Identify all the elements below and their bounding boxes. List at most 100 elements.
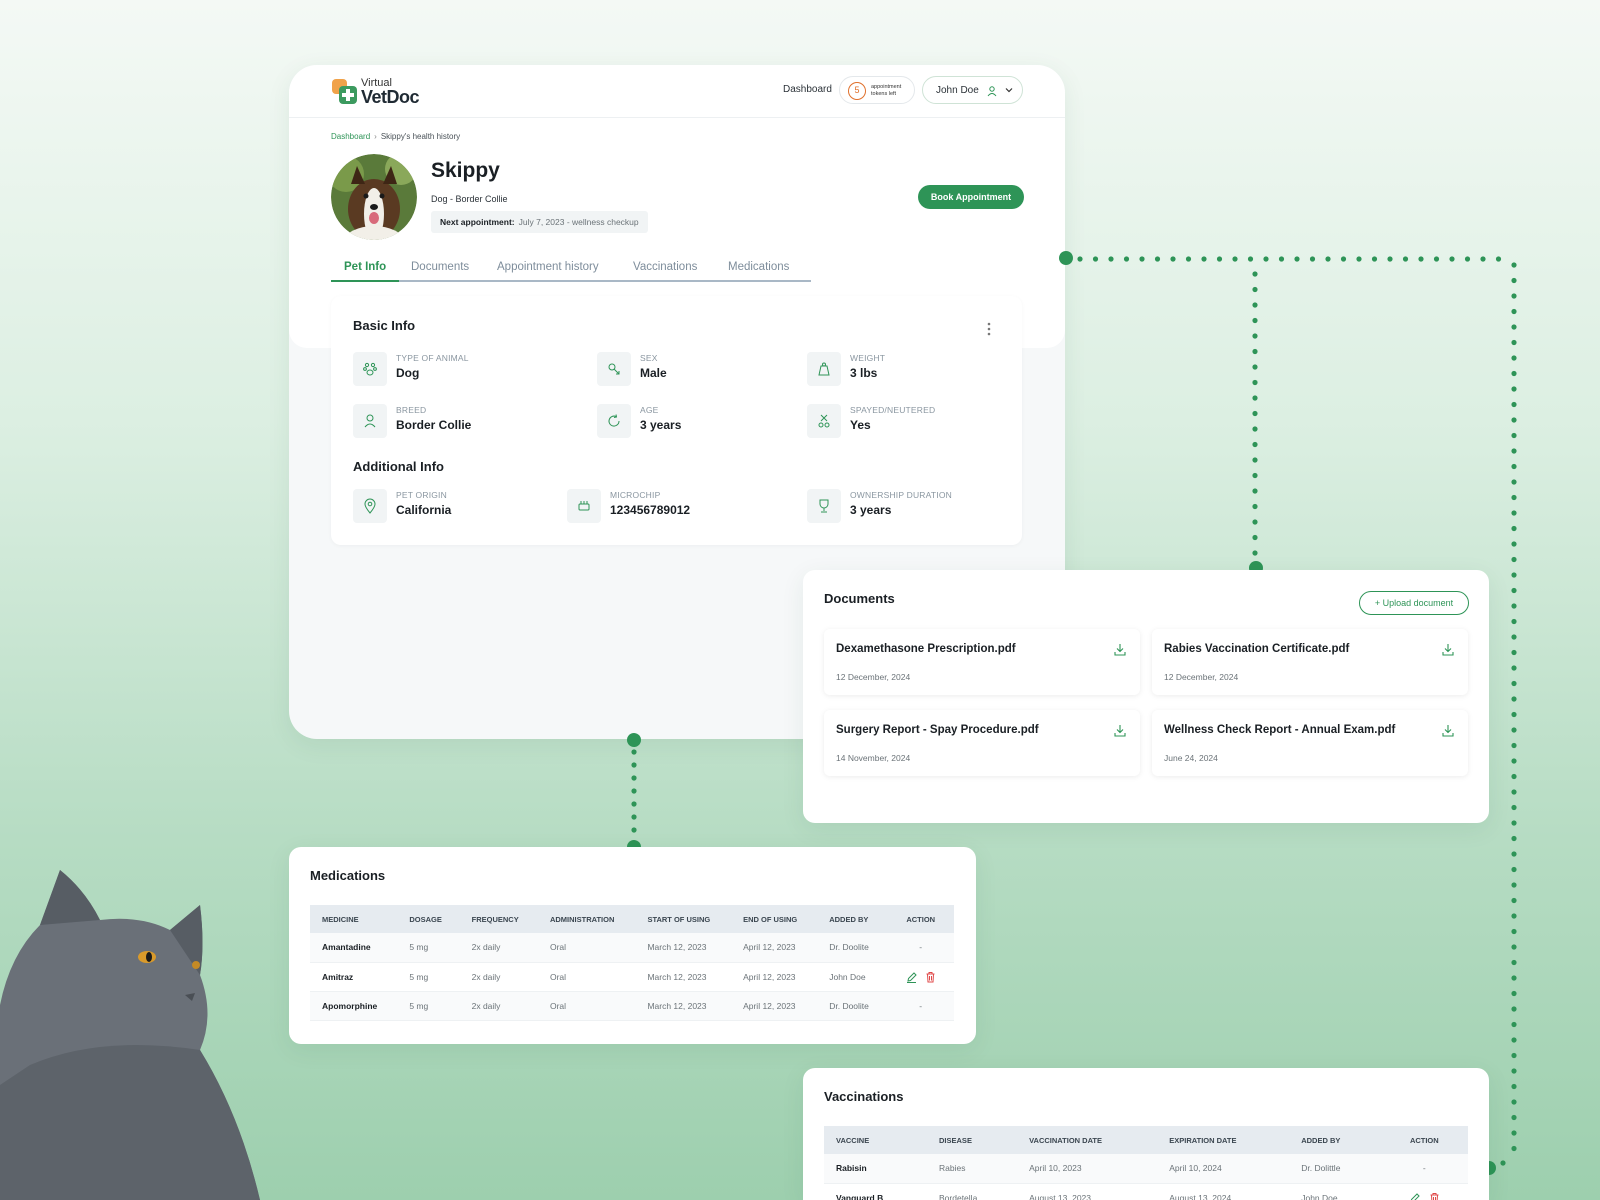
tab-documents[interactable]: Documents [411, 261, 469, 273]
breed-icon [353, 404, 387, 438]
cell: - [887, 933, 954, 963]
connector-dot [1511, 324, 1517, 330]
connector-dot [1340, 256, 1347, 262]
connector-dot [1500, 1160, 1506, 1166]
additional-info-title: Additional Info [353, 459, 444, 474]
tab-appointment-history[interactable]: Appointment history [497, 261, 599, 273]
user-name: John Doe [936, 85, 979, 96]
document-item[interactable]: Rabies Vaccination Certificate.pdf 12 De… [1152, 629, 1468, 695]
download-icon[interactable] [1442, 643, 1454, 656]
connector-dot [1511, 804, 1517, 811]
connector-dot [1480, 256, 1486, 262]
column-header: Administration [537, 905, 636, 933]
download-icon[interactable] [1114, 724, 1126, 737]
connector-dot [1511, 1021, 1517, 1028]
breadcrumb-root[interactable]: Dashboard [331, 132, 370, 141]
vaccinations-table: Vaccine Disease Vaccination date Expirat… [824, 1126, 1468, 1200]
connector-dot [1252, 550, 1258, 556]
connector-dot [1294, 256, 1300, 262]
connector-dot [631, 827, 637, 833]
connector-dot [1252, 410, 1258, 417]
table-row: Amitraz 5 mg 2x daily Oral March 12, 202… [310, 962, 954, 992]
cell: Oral [537, 991, 636, 1021]
book-appointment-button[interactable]: Book Appointment [918, 185, 1024, 209]
connector-dot [1077, 256, 1083, 262]
upload-document-button[interactable]: + Upload document [1359, 591, 1469, 615]
breadcrumb-current: Skippy's health history [380, 132, 461, 141]
delete-icon[interactable] [925, 971, 936, 983]
connector-dot [1511, 649, 1517, 656]
download-icon[interactable] [1442, 724, 1454, 737]
logo[interactable]: Virtual VetDoc [331, 77, 421, 107]
cell: 2x daily [459, 991, 538, 1021]
chip-icon [567, 489, 601, 523]
document-date: 14 November, 2024 [836, 753, 911, 763]
table-header-row: Medicine Dosage Frequency Administration… [310, 905, 954, 933]
document-name: Surgery Report - Spay Procedure.pdf [836, 724, 1039, 736]
connector-dot [1252, 333, 1258, 339]
basic-info-title: Basic Info [353, 318, 416, 333]
info-label: Weight [850, 353, 886, 363]
user-menu[interactable]: John Doe [922, 76, 1023, 104]
info-value: California [396, 503, 452, 517]
medications-title: Medications [310, 868, 386, 883]
tab-medications[interactable]: Medications [728, 261, 789, 273]
documents-title: Documents [824, 591, 895, 606]
tab-pet-info[interactable]: Pet Info [344, 261, 386, 273]
delete-icon[interactable] [1429, 1192, 1440, 1200]
cell: Apomorphine [310, 991, 398, 1021]
cell: 5 mg [397, 991, 460, 1021]
connector-dot [1511, 866, 1517, 873]
connector-dot [1387, 256, 1393, 262]
connector-dot [1247, 256, 1254, 262]
cell: John Doe [1289, 1183, 1381, 1200]
cell: 5 mg [397, 933, 460, 963]
info-label: Ownership duration [850, 490, 952, 500]
connector-dot [1252, 441, 1258, 448]
connector-dot [1511, 1099, 1517, 1105]
tab-vaccinations[interactable]: Vaccinations [633, 261, 697, 273]
info-value: Male [640, 366, 667, 380]
column-header: Action [1380, 1126, 1468, 1154]
connector-dot [1511, 603, 1517, 609]
connector-dot [1511, 990, 1517, 997]
more-options-icon[interactable] [986, 321, 992, 337]
edit-icon[interactable] [1409, 1192, 1420, 1200]
gender-icon [597, 352, 631, 386]
connector-dot [1232, 256, 1238, 262]
connector-dot [1092, 256, 1099, 262]
connector-dot [1309, 256, 1316, 262]
vaccinations-title: Vaccinations [824, 1089, 904, 1104]
nav-dashboard-link[interactable]: Dashboard [783, 84, 832, 95]
cell: - [1380, 1154, 1468, 1184]
connector-dot [1511, 417, 1517, 423]
document-item[interactable]: Dexamethasone Prescription.pdf 12 Decemb… [824, 629, 1140, 695]
cell: April 12, 2023 [731, 962, 818, 992]
info-label: Sex [640, 353, 658, 363]
connector-dot [1511, 1083, 1517, 1090]
download-icon[interactable] [1114, 643, 1126, 656]
info-value: 3 years [640, 418, 682, 432]
document-item[interactable]: Wellness Check Report - Annual Exam.pdf … [1152, 710, 1468, 776]
connector-dot [1511, 742, 1517, 749]
cell: Vanguard B [824, 1183, 928, 1200]
connector-dot [1511, 727, 1517, 733]
connector-dot [1511, 355, 1517, 361]
table-header-row: Vaccine Disease Vaccination date Expirat… [824, 1126, 1468, 1154]
edit-icon[interactable] [906, 971, 917, 983]
cell: Bordetella [927, 1183, 1018, 1200]
connector-dot [1464, 256, 1471, 262]
pet-species: Dog - Border Collie [431, 194, 508, 204]
connector-dot [1449, 256, 1455, 262]
table-row: Amantadine 5 mg 2x daily Oral March 12, … [310, 933, 954, 963]
tokens-badge[interactable]: 5 appointment tokens left [839, 76, 915, 104]
connector-dot [1511, 386, 1517, 392]
document-item[interactable]: Surgery Report - Spay Procedure.pdf 14 N… [824, 710, 1140, 776]
connector-dot [1511, 572, 1517, 578]
info-spayed-neutered: Spayed/neutered Yes [807, 404, 1027, 440]
column-header: Start of using [635, 905, 732, 933]
connector-dot [1433, 256, 1440, 262]
connector-dot [1511, 789, 1517, 795]
column-header: Vaccine [824, 1126, 928, 1154]
connector-dot [1511, 587, 1517, 594]
